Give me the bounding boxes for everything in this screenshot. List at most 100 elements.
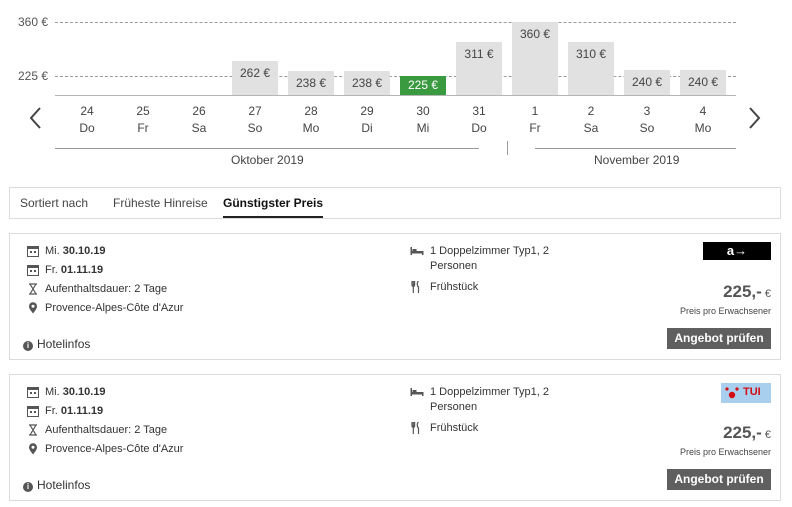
calendar-icon	[27, 246, 39, 257]
departure-date: 30.10.19	[62, 245, 106, 257]
offer-card: Mi. 30.10.19 Fr. 01.11.19 Aufenthaltsdau…	[9, 374, 781, 501]
sort-option-earliest[interactable]: Früheste Hinreise	[113, 196, 208, 210]
stay-duration: Aufenthaltsdauer: 2 Tage	[45, 424, 168, 436]
departure-weekday: Mi.	[45, 245, 60, 257]
room-description: 1 Doppelzimmer Typ1, 2 Personen	[430, 386, 550, 413]
date-tick-day: 28	[304, 104, 318, 118]
date-tick-day: 24	[80, 104, 94, 118]
price-bar[interactable]: 225 €	[400, 76, 446, 95]
cutlery-icon	[411, 422, 420, 434]
month-label-november: November 2019	[594, 153, 680, 167]
provider-logo-text: TUI	[743, 386, 761, 398]
calendar-icon	[27, 406, 39, 417]
price-bar[interactable]: 311 €	[456, 41, 502, 95]
bar-price-label: 240 €	[631, 75, 663, 89]
date-tick[interactable]: 4 Mo	[680, 103, 726, 137]
month-range-line	[535, 148, 736, 149]
room-description: 1 Doppelzimmer Typ1, 2 Personen	[430, 245, 550, 272]
price-bar[interactable]: 262 €	[232, 61, 278, 95]
sort-label: Sortiert nach	[20, 196, 89, 210]
date-tick-weekday: Fr	[529, 121, 541, 135]
offer-price: 225,- €	[723, 282, 771, 302]
bar-price-label: 238 €	[351, 75, 383, 90]
offer-price: 225,- €	[723, 423, 771, 443]
hotelinfo-link[interactable]: i Hotelinfos	[23, 478, 90, 492]
date-tick-day: 27	[248, 104, 262, 118]
price-bar[interactable]: 238 €	[344, 70, 390, 95]
date-tick-day: 3	[643, 104, 651, 118]
date-tick[interactable]: 30 Mi	[400, 103, 446, 137]
tui-logo[interactable]: TUI	[721, 383, 771, 403]
price-currency: €	[764, 288, 771, 300]
date-tick[interactable]: 24 Do	[64, 103, 110, 137]
stay-duration: Aufenthaltsdauer: 2 Tage	[45, 283, 168, 295]
price-calendar-chart: 360 € 225 € 262 € 238 € 238 € 225 € 311 € 360…	[0, 0, 792, 170]
hourglass-icon	[29, 424, 37, 436]
date-tick[interactable]: 25 Fr	[120, 103, 166, 137]
month-divider	[507, 141, 508, 155]
date-tick-day: 1	[531, 104, 539, 118]
sort-option-cheapest[interactable]: Günstigster Preis	[223, 196, 324, 218]
bed-icon	[410, 247, 424, 255]
date-tick[interactable]: 1 Fr	[512, 103, 558, 137]
date-tick-day: 2	[587, 104, 595, 118]
price-amount: 225,-	[723, 282, 762, 301]
price-bar[interactable]: 240 €	[624, 70, 670, 95]
price-bar[interactable]: 240 €	[680, 70, 726, 95]
departure-weekday: Mi.	[45, 386, 60, 398]
return-date: 01.11.19	[60, 405, 104, 417]
cutlery-icon	[411, 281, 420, 293]
date-tick-day: 30	[416, 104, 430, 118]
date-tick[interactable]: 26 Sa	[176, 103, 222, 137]
bar-price-label: 238 €	[295, 75, 327, 90]
price-bar[interactable]: 310 €	[568, 42, 614, 95]
date-tick-day: 25	[136, 104, 150, 118]
board-type: Frühstück	[430, 281, 479, 293]
y-tick-label: 360 €	[18, 15, 49, 29]
date-tick[interactable]: 2 Sa	[568, 103, 614, 137]
bar-price-label: 225 €	[407, 78, 439, 92]
ab-in-den-urlaub-logo[interactable]: a→	[703, 242, 771, 260]
hotelinfo-label: Hotelinfos	[37, 337, 91, 351]
check-offer-button[interactable]: Angebot prüfen	[667, 469, 771, 490]
bar-price-label: 310 €	[575, 47, 607, 61]
month-range-line	[55, 148, 479, 149]
price-bar[interactable]: 360 €	[512, 22, 558, 95]
chevron-left-icon[interactable]	[26, 104, 46, 132]
bed-icon	[410, 388, 424, 396]
provider-logo-text: a→	[726, 243, 748, 258]
price-note: Preis pro Erwachsener	[679, 447, 771, 457]
date-tick[interactable]: 29 Di	[344, 103, 390, 137]
bar-price-label: 360 €	[519, 27, 551, 41]
date-tick-day: 4	[699, 104, 707, 118]
price-bar[interactable]: 238 €	[288, 70, 334, 95]
date-tick-weekday: Do	[79, 121, 95, 135]
date-tick-weekday: Fr	[137, 121, 149, 135]
date-tick[interactable]: 31 Do	[456, 103, 502, 137]
calendar-icon	[27, 265, 39, 276]
month-label-october: Oktober 2019	[231, 153, 304, 167]
date-tick[interactable]: 28 Mo	[288, 103, 334, 137]
departure-date: 30.10.19	[62, 386, 106, 398]
y-tick-label: 225 €	[18, 69, 49, 83]
offer-card: Mi. 30.10.19 Fr. 01.11.19 Aufenthaltsdau…	[9, 233, 781, 360]
date-tick-weekday: Di	[361, 121, 373, 135]
hotelinfo-link[interactable]: i Hotelinfos	[23, 337, 90, 351]
hourglass-icon	[29, 283, 37, 295]
date-tick-weekday: Do	[471, 121, 487, 135]
chevron-right-icon[interactable]	[744, 104, 764, 132]
sort-bar: Sortiert nach Früheste Hinreise Günstigs…	[9, 187, 781, 219]
date-tick-day: 31	[472, 104, 486, 118]
return-date: 01.11.19	[60, 264, 104, 276]
date-tick-weekday: Mo	[694, 121, 712, 135]
check-offer-button[interactable]: Angebot prüfen	[667, 328, 771, 349]
date-tick-weekday: Sa	[191, 121, 207, 135]
date-tick[interactable]: 27 So	[232, 103, 278, 137]
hotelinfo-label: Hotelinfos	[37, 478, 91, 492]
date-tick[interactable]: 3 So	[624, 103, 670, 137]
info-icon: i	[23, 482, 33, 492]
board-type: Frühstück	[430, 422, 479, 434]
date-tick-weekday: So	[247, 121, 263, 135]
gridline	[55, 22, 736, 23]
date-tick-day: 26	[192, 104, 206, 118]
